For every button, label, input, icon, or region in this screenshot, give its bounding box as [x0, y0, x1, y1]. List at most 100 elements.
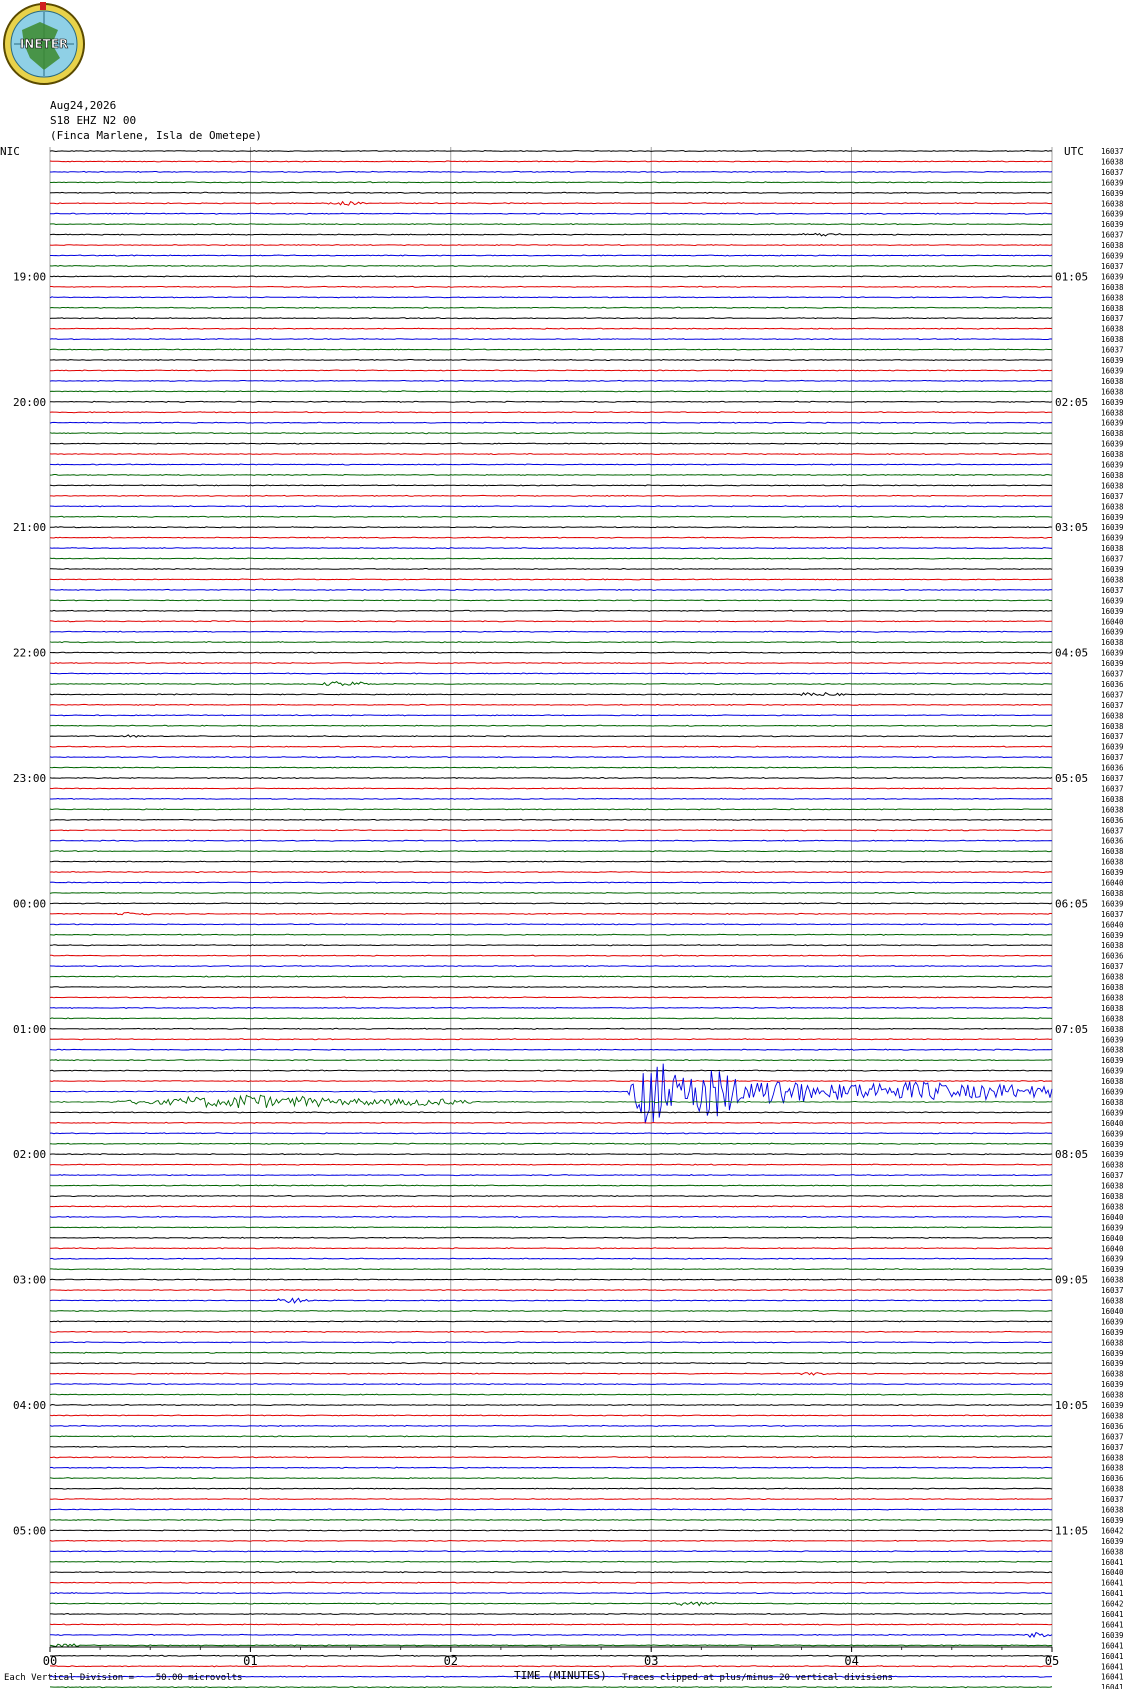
trace-119 — [49, 1393, 1052, 1396]
trace-value-label: 16038 — [1101, 1276, 1124, 1285]
trace-value-label: 16041 — [1101, 1673, 1124, 1682]
trace-value-label: 16037 — [1101, 701, 1124, 710]
trace-85 — [49, 1038, 1053, 1041]
right-hour-label: 04:05 — [1055, 647, 1088, 660]
trace-value-label: 16041 — [1101, 1652, 1124, 1661]
trace-value-label: 16038 — [1101, 1004, 1124, 1013]
trace-124 — [49, 1445, 1053, 1448]
trace-value-label: 16038 — [1101, 471, 1124, 480]
left-hour-label: 23:00 — [13, 772, 46, 785]
grid — [49, 147, 1053, 1647]
trace-value-label: 16038 — [1101, 711, 1124, 720]
x-tick-label: 03 — [644, 1654, 658, 1668]
trace-value-label: 16039 — [1101, 565, 1124, 574]
trace-value-label: 16039 — [1101, 607, 1124, 616]
trace-125 — [49, 1456, 1053, 1459]
trace-value-label: 16038 — [1101, 1370, 1124, 1379]
trace-value-label: 16038 — [1101, 1411, 1124, 1420]
trace-10 — [50, 254, 1053, 257]
trace-value-label: 16037 — [1101, 314, 1124, 323]
trace-value-label: 16038 — [1101, 983, 1124, 992]
trace-104 — [49, 1236, 1053, 1239]
trace-50 — [49, 672, 1053, 675]
trace-88 — [49, 1069, 1053, 1072]
trace-value-label: 16039 — [1101, 1056, 1124, 1065]
trace-111 — [49, 1309, 1053, 1312]
trace-34 — [49, 505, 1052, 508]
trace-142 — [50, 1631, 1053, 1638]
trace-value-label: 16038 — [1101, 450, 1124, 459]
trace-79 — [49, 975, 1053, 978]
trace-47 — [49, 641, 1053, 644]
trace-93 — [50, 1121, 1053, 1124]
trace-value-label: 16038 — [1101, 1025, 1124, 1034]
trace-value-label: 16039 — [1101, 1067, 1124, 1076]
trace-value-label: 16038 — [1101, 575, 1124, 584]
trace-value-label: 16037 — [1101, 1495, 1124, 1504]
trace-98 — [49, 1174, 1053, 1177]
trace-5 — [49, 200, 1053, 206]
trace-value-label: 16038 — [1101, 1192, 1124, 1201]
left-hour-label: 02:00 — [13, 1148, 46, 1161]
trace-value-label: 16039 — [1101, 1349, 1124, 1358]
trace-value-label: 16038 — [1101, 638, 1124, 647]
trace-value-label: 16037 — [1101, 168, 1124, 177]
trace-25 — [49, 411, 1053, 414]
trace-54 — [49, 714, 1053, 717]
trace-value-label: 16038 — [1101, 1464, 1124, 1473]
trace-31 — [49, 473, 1053, 476]
trace-145 — [49, 1665, 1052, 1668]
trace-108 — [49, 1278, 1053, 1281]
trace-value-label: 16038 — [1101, 199, 1124, 208]
trace-value-label: 16041 — [1101, 1641, 1124, 1650]
trace-9 — [49, 244, 1053, 247]
trace-value-label: 16039 — [1101, 272, 1124, 281]
trace-68 — [49, 860, 1053, 863]
trace-53 — [49, 703, 1053, 706]
trace-value-label: 16041 — [1101, 1683, 1124, 1689]
x-tick-label: 01 — [243, 1654, 257, 1668]
trace-117 — [49, 1372, 1053, 1376]
trace-3 — [49, 181, 1053, 184]
trace-39 — [49, 557, 1053, 560]
trace-value-label: 16037 — [1101, 1171, 1124, 1180]
trace-value-label: 16037 — [1101, 492, 1124, 501]
trace-127 — [49, 1477, 1052, 1480]
trace-value-label: 16037 — [1101, 586, 1124, 595]
trace-value-label: 16038 — [1101, 387, 1124, 396]
trace-value-label: 16039 — [1101, 1223, 1124, 1232]
trace-value-label: 16038 — [1101, 1098, 1124, 1107]
trace-17 — [49, 327, 1053, 330]
trace-73 — [49, 911, 1053, 916]
trace-13 — [50, 285, 1053, 288]
trace-value-label: 16038 — [1101, 481, 1124, 490]
trace-44 — [49, 609, 1053, 612]
trace-134 — [49, 1550, 1053, 1553]
trace-value-label: 16037 — [1101, 555, 1124, 564]
trace-144 — [49, 1654, 1053, 1657]
trace-69 — [49, 870, 1053, 874]
trace-value-label: 16038 — [1101, 429, 1124, 438]
trace-value-label: 16038 — [1101, 1014, 1124, 1023]
trace-value-label: 16039 — [1101, 1359, 1124, 1368]
trace-101 — [49, 1205, 1053, 1208]
trace-114 — [50, 1341, 1053, 1344]
trace-value-label: 16038 — [1101, 241, 1124, 250]
trace-value-label: 16037 — [1101, 826, 1124, 835]
trace-value-label: 16039 — [1101, 1401, 1124, 1410]
trace-value-label: 16038 — [1101, 325, 1124, 334]
trace-46 — [49, 630, 1053, 633]
trace-11 — [49, 264, 1053, 267]
trace-129 — [49, 1497, 1053, 1501]
right-hour-label: 05:05 — [1055, 772, 1088, 785]
trace-133 — [49, 1539, 1053, 1542]
trace-value-label: 16038 — [1101, 304, 1124, 313]
trace-49 — [50, 662, 1053, 665]
trace-value-label: 16038 — [1101, 973, 1124, 982]
left-hour-label: 05:00 — [13, 1524, 46, 1537]
trace-value-label: 16038 — [1101, 502, 1124, 511]
trace-22 — [49, 379, 1053, 382]
trace-77 — [50, 954, 1052, 957]
trace-value-label: 16037 — [1101, 231, 1124, 240]
trace-138 — [49, 1592, 1052, 1595]
